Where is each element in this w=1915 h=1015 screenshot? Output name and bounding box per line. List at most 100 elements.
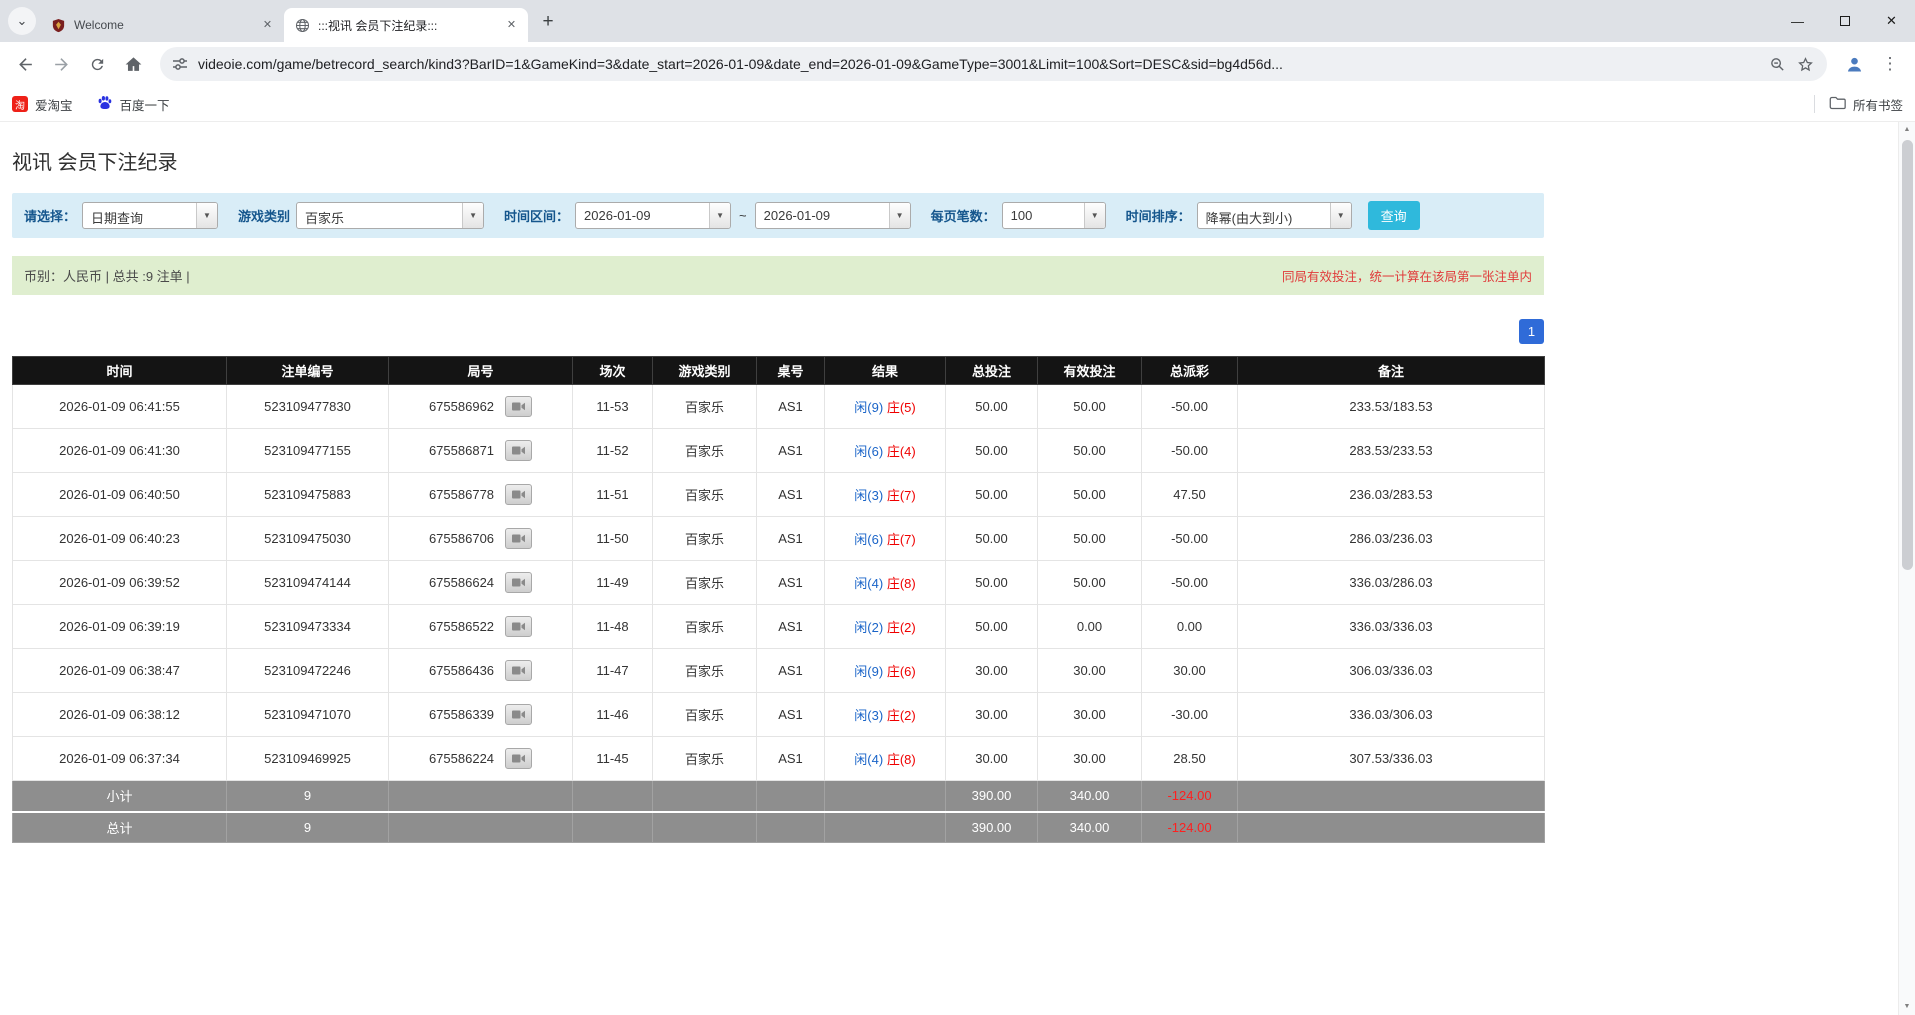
cell-table: AS1 [757, 429, 825, 473]
minimize-button[interactable]: — [1774, 0, 1821, 42]
cell-time: 2026-01-09 06:39:19 [13, 605, 227, 649]
video-camera-icon [512, 401, 525, 412]
pagination: 1 [12, 319, 1544, 344]
cell-round: 675586339 [389, 693, 573, 737]
address-bar[interactable]: videoie.com/game/betrecord_search/kind3?… [160, 47, 1827, 81]
cell-time: 2026-01-09 06:40:50 [13, 473, 227, 517]
video-replay-button[interactable] [505, 748, 532, 769]
cell-table: AS1 [757, 473, 825, 517]
profile-button[interactable] [1837, 47, 1871, 81]
date-range-label: 时间区间： [504, 206, 569, 225]
bet-row: 2026-01-09 06:41:55523109477830675586962… [13, 385, 1545, 429]
date-start-select[interactable]: 2026-01-09 ▼ [575, 202, 731, 229]
video-replay-button[interactable] [505, 704, 532, 725]
bookmark-aitaobao[interactable]: 淘 爱淘宝 [12, 95, 73, 114]
col-total-bet: 总投注 [946, 357, 1038, 385]
cell-session: 11-45 [573, 737, 653, 781]
total-valid-bet: 340.00 [1038, 812, 1142, 843]
cell-note: 236.03/283.53 [1238, 473, 1545, 517]
zoom-icon[interactable] [1769, 56, 1786, 73]
subtotal-count: 9 [227, 781, 389, 812]
chevron-down-icon[interactable]: ▼ [196, 203, 217, 228]
game-type-select[interactable]: 百家乐 ▼ [296, 202, 484, 229]
video-replay-button[interactable] [505, 660, 532, 681]
maximize-button[interactable] [1821, 0, 1868, 42]
refresh-button[interactable] [80, 47, 114, 81]
chevron-down-icon[interactable]: ▼ [1330, 203, 1351, 228]
cell-result: 闲(4) 庄(8) [825, 561, 946, 605]
cell-time: 2026-01-09 06:39:52 [13, 561, 227, 605]
col-note: 备注 [1238, 357, 1545, 385]
per-page-select[interactable]: 100 ▼ [1002, 202, 1106, 229]
video-replay-button[interactable] [505, 484, 532, 505]
per-page-label: 每页笔数： [931, 206, 996, 225]
chevron-down-icon[interactable]: ▼ [462, 203, 483, 228]
cell-note: 336.03/306.03 [1238, 693, 1545, 737]
date-end-select[interactable]: 2026-01-09 ▼ [755, 202, 911, 229]
tab-close-icon[interactable]: ✕ [259, 17, 276, 34]
cell-note: 336.03/336.03 [1238, 605, 1545, 649]
nav-bar: videoie.com/game/betrecord_search/kind3?… [0, 42, 1915, 86]
cell-payout: 30.00 [1142, 649, 1238, 693]
scrollbar-thumb[interactable] [1902, 140, 1913, 570]
cell-game-type: 百家乐 [653, 517, 757, 561]
cell-table: AS1 [757, 385, 825, 429]
cell-time: 2026-01-09 06:38:12 [13, 693, 227, 737]
range-separator: ~ [739, 208, 747, 223]
sort-select[interactable]: 降幂(由大到小) ▼ [1197, 202, 1352, 229]
forward-button[interactable] [44, 47, 78, 81]
cell-table: AS1 [757, 649, 825, 693]
page-scrollbar[interactable]: ▲ ▼ [1898, 122, 1915, 1015]
cell-result: 闲(6) 庄(7) [825, 517, 946, 561]
video-replay-button[interactable] [505, 528, 532, 549]
close-button[interactable]: ✕ [1868, 0, 1915, 42]
video-replay-button[interactable] [505, 440, 532, 461]
cell-game-type: 百家乐 [653, 693, 757, 737]
scroll-up-icon[interactable]: ▲ [1904, 122, 1911, 138]
video-replay-button[interactable] [505, 616, 532, 637]
chevron-down-icon[interactable]: ▼ [1084, 203, 1105, 228]
cell-round: 675586624 [389, 561, 573, 605]
cell-session: 11-48 [573, 605, 653, 649]
chevron-down-icon[interactable]: ▼ [889, 203, 910, 228]
cell-valid-bet: 50.00 [1038, 385, 1142, 429]
bet-row: 2026-01-09 06:40:23523109475030675586706… [13, 517, 1545, 561]
game-type-label: 游戏类别 [238, 206, 290, 225]
chevron-down-icon[interactable]: ▼ [709, 203, 730, 228]
cell-session: 11-49 [573, 561, 653, 605]
tab-search-button[interactable]: ⌄ [8, 7, 36, 35]
tab-welcome[interactable]: Welcome ✕ [40, 8, 284, 42]
query-type-select[interactable]: 日期查询 ▼ [82, 202, 218, 229]
cell-valid-bet: 50.00 [1038, 429, 1142, 473]
video-replay-button[interactable] [505, 572, 532, 593]
total-total-bet: 390.00 [946, 812, 1038, 843]
bookmark-star-icon[interactable] [1796, 55, 1815, 74]
bookmark-label: 百度一下 [120, 95, 170, 114]
cell-round: 675586962 [389, 385, 573, 429]
chevron-down-icon: ⌄ [17, 13, 28, 29]
page-content: 视讯 会员下注纪录 请选择： 日期查询 ▼ 游戏类别 百家乐 ▼ 时间区间： 2… [0, 122, 1915, 843]
cell-game-type: 百家乐 [653, 561, 757, 605]
search-button[interactable]: 查询 [1368, 201, 1420, 230]
video-replay-button[interactable] [505, 396, 532, 417]
scroll-down-icon[interactable]: ▼ [1904, 999, 1911, 1015]
cell-total-bet: 50.00 [946, 429, 1038, 473]
bet-records-table: 时间 注单编号 局号 场次 游戏类别 桌号 结果 总投注 有效投注 总派彩 备注… [12, 356, 1545, 843]
cell-total-bet: 50.00 [946, 385, 1038, 429]
new-tab-button[interactable]: + [534, 8, 562, 36]
back-button[interactable] [8, 47, 42, 81]
page-1-button[interactable]: 1 [1519, 319, 1544, 344]
cell-note: 233.53/183.53 [1238, 385, 1545, 429]
tab-close-icon[interactable]: ✕ [503, 17, 520, 34]
cell-valid-bet: 50.00 [1038, 517, 1142, 561]
bookmark-baidu[interactable]: 百度一下 [97, 95, 170, 114]
tab-betrecord[interactable]: :::视讯 会员下注纪录::: ✕ [284, 8, 528, 42]
home-button[interactable] [116, 47, 150, 81]
all-bookmarks-button[interactable]: 所有书签 [1829, 95, 1903, 114]
menu-button[interactable]: ⋮ [1873, 47, 1907, 81]
video-camera-icon [512, 621, 525, 632]
profile-icon [1844, 54, 1865, 75]
cell-payout: -50.00 [1142, 561, 1238, 605]
cell-result: 闲(3) 庄(7) [825, 473, 946, 517]
tab-strip: ⌄ Welcome ✕ :::视讯 会员下注纪录::: ✕ + — ✕ [0, 0, 1915, 42]
